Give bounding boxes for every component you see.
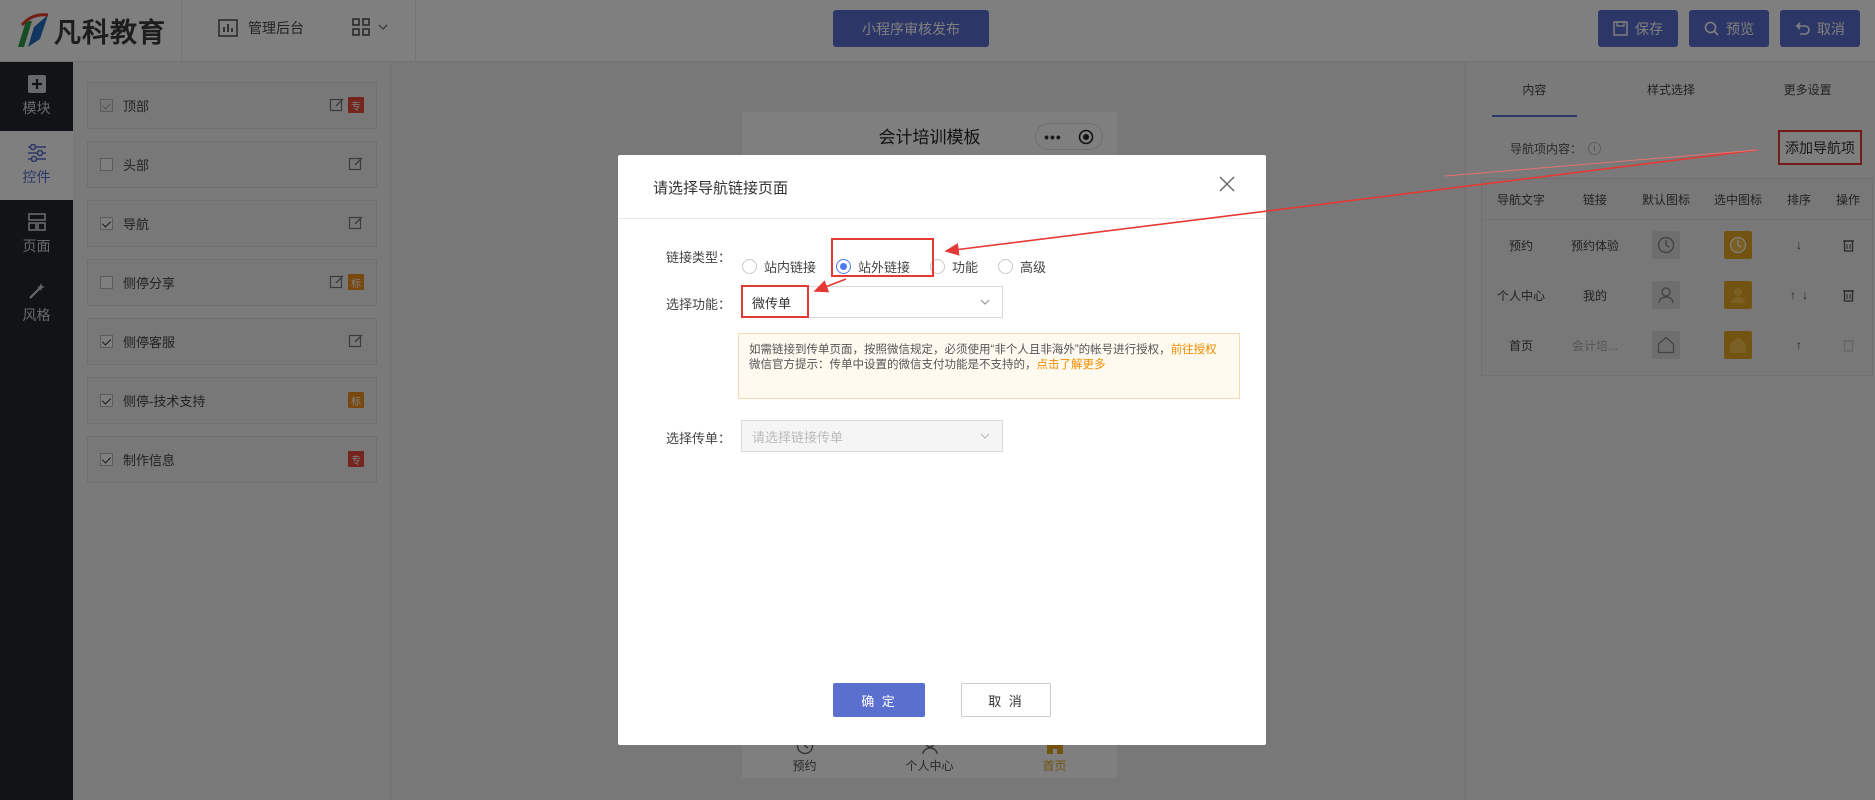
radio-label: 站内链接: [764, 259, 817, 275]
close-icon[interactable]: [1218, 175, 1236, 193]
dialog-footer: 确 定 取 消: [618, 683, 1266, 717]
notice-text: 微信官方提示：传单中设置的微信支付功能是不支持的，: [749, 359, 1037, 371]
flyer-select[interactable]: 请选择链接传单: [741, 420, 1003, 452]
notice-line-2: 微信官方提示：传单中设置的微信支付功能是不支持的，点击了解更多: [749, 358, 1229, 373]
radio-button[interactable]: [998, 258, 1014, 274]
link-type-label: 链接类型：: [666, 250, 732, 265]
radio-internal-link[interactable]: 站内链接: [742, 257, 816, 276]
authorize-link[interactable]: 前往授权: [1171, 344, 1217, 356]
radio-function[interactable]: 功能: [930, 257, 978, 276]
learn-more-link[interactable]: 点击了解更多: [1037, 359, 1106, 371]
radio-advanced[interactable]: 高级: [998, 257, 1046, 276]
notice-text: 如需链接到传单页面，按照微信规定，必须使用“非个人且非海外”的帐号进行授权，: [749, 344, 1171, 356]
chevron-down-icon: [980, 299, 990, 305]
dialog-title: 请选择导航链接页面: [653, 180, 789, 197]
confirm-button[interactable]: 确 定: [833, 683, 925, 717]
radio-button[interactable]: [742, 258, 757, 274]
flyer-label: 选择传单：: [666, 431, 732, 446]
function-label: 选择功能：: [666, 297, 732, 312]
radio-label: 功能: [952, 259, 979, 275]
chevron-down-icon: [980, 433, 990, 439]
radio-label: 高级: [1020, 259, 1047, 275]
highlight-box: [831, 238, 934, 277]
cancel-dialog-button[interactable]: 取 消: [961, 683, 1051, 717]
notice-line-1: 如需链接到传单页面，按照微信规定，必须使用“非个人且非海外”的帐号进行授权，前往…: [749, 343, 1229, 358]
authorization-notice: 如需链接到传单页面，按照微信规定，必须使用“非个人且非海外”的帐号进行授权，前往…: [738, 333, 1240, 399]
link-select-dialog: 请选择导航链接页面 链接类型： 站内链接 站外链接 功能 高级 选择功能： 微传…: [618, 155, 1266, 745]
flyer-placeholder: 请选择链接传单: [752, 429, 844, 445]
highlight-box: [741, 285, 809, 318]
dialog-header: 请选择导航链接页面: [618, 155, 1266, 219]
